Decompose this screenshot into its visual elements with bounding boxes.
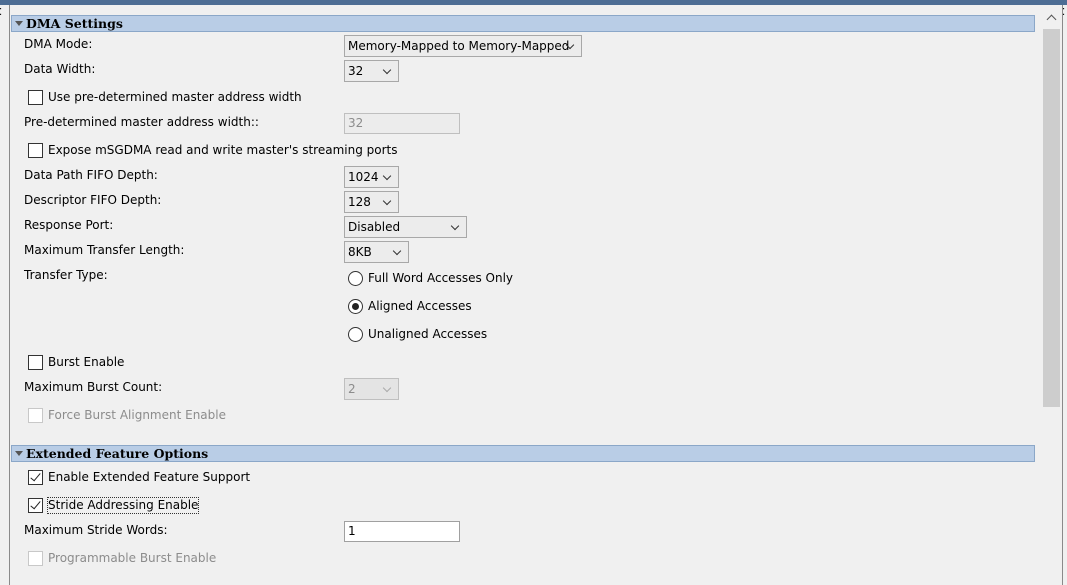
transfer-type-label: Transfer Type: xyxy=(24,268,108,282)
dma-mode-select[interactable]: Memory-Mapped to Memory-Mapped xyxy=(344,35,582,57)
section-header-dma-settings[interactable]: DMA Settings xyxy=(11,15,1035,32)
section-title: Extended Feature Options xyxy=(26,446,209,461)
data-path-fifo-value: 1024 xyxy=(348,170,379,184)
data-width-value: 32 xyxy=(348,64,364,78)
data-path-fifo-label: Data Path FIFO Depth: xyxy=(24,168,158,182)
use-predetermined-width-label: Use pre-determined master address width xyxy=(48,90,302,104)
chevron-down-icon xyxy=(382,196,392,206)
collapse-triangle-icon[interactable] xyxy=(15,21,23,26)
section-header-extended-features[interactable]: Extended Feature Options xyxy=(11,445,1035,462)
dma-mode-value: Memory-Mapped to Memory-Mapped xyxy=(348,39,570,53)
burst-enable-checkbox[interactable] xyxy=(28,355,43,370)
radio-aligned-label: Aligned Accesses xyxy=(368,299,472,313)
predetermined-width-value: 32 xyxy=(348,116,364,130)
radio-unaligned-label: Unaligned Accesses xyxy=(368,327,488,341)
radio-full-word[interactable] xyxy=(348,271,363,286)
programmable-burst-label: Programmable Burst Enable xyxy=(48,551,217,565)
max-stride-words-value: 1 xyxy=(348,524,356,538)
window-top-border xyxy=(0,0,1067,5)
checkmark-icon xyxy=(30,498,41,510)
response-port-select[interactable]: Disabled xyxy=(344,216,467,238)
radio-selected-dot-icon xyxy=(352,303,359,310)
chevron-down-icon xyxy=(382,171,392,181)
data-path-fifo-select[interactable]: 1024 xyxy=(344,166,399,188)
section-title: DMA Settings xyxy=(26,16,123,31)
predetermined-width-field: 32 xyxy=(344,113,460,134)
chevron-down-icon xyxy=(450,221,460,231)
programmable-burst-checkbox xyxy=(28,551,43,566)
enable-extended-feature-label: Enable Extended Feature Support xyxy=(48,470,251,484)
panel-right-border xyxy=(1062,5,1063,585)
max-transfer-length-select[interactable]: 8KB xyxy=(344,241,409,263)
radio-unaligned[interactable] xyxy=(348,327,363,342)
use-predetermined-width-checkbox[interactable] xyxy=(28,90,43,105)
data-width-select[interactable]: 32 xyxy=(344,60,399,82)
panel-left-border xyxy=(9,5,10,585)
max-burst-count-select: 2 xyxy=(344,378,399,400)
scroll-up-button[interactable] xyxy=(1042,10,1061,28)
predetermined-width-label: Pre-determined master address width:: xyxy=(24,115,259,129)
data-width-label: Data Width: xyxy=(24,62,96,76)
max-stride-words-label: Maximum Stride Words: xyxy=(24,523,168,537)
burst-enable-label: Burst Enable xyxy=(48,355,125,369)
max-burst-count-label: Maximum Burst Count: xyxy=(24,380,163,394)
max-transfer-length-label: Maximum Transfer Length: xyxy=(24,243,185,257)
stride-addressing-checkbox[interactable] xyxy=(28,498,43,513)
collapse-triangle-icon[interactable] xyxy=(15,451,23,456)
descriptor-fifo-value: 128 xyxy=(348,195,371,209)
stride-addressing-label: Stride Addressing Enable xyxy=(46,497,200,514)
chevron-down-icon xyxy=(392,246,402,256)
dma-mode-label: DMA Mode: xyxy=(24,37,93,51)
max-stride-words-input[interactable]: 1 xyxy=(344,521,460,542)
max-transfer-length-value: 8KB xyxy=(348,245,372,259)
expose-streaming-ports-label: Expose mSGDMA read and write master's st… xyxy=(48,143,398,157)
response-port-value: Disabled xyxy=(348,220,401,234)
enable-extended-feature-checkbox[interactable] xyxy=(28,470,43,485)
response-port-label: Response Port: xyxy=(24,218,114,232)
checkmark-icon xyxy=(30,470,41,482)
radio-aligned[interactable] xyxy=(348,299,363,314)
resize-handle-left-icon[interactable]: ⁚ xyxy=(0,8,2,18)
expose-streaming-ports-checkbox[interactable] xyxy=(28,143,43,158)
force-burst-alignment-checkbox xyxy=(28,408,43,423)
scrollbar-thumb[interactable] xyxy=(1043,29,1060,407)
descriptor-fifo-label: Descriptor FIFO Depth: xyxy=(24,193,162,207)
resize-handle-right-icon[interactable]: ⁚ xyxy=(1062,8,1065,18)
chevron-down-icon xyxy=(382,383,392,393)
radio-full-word-label: Full Word Accesses Only xyxy=(368,271,514,285)
chevron-down-icon xyxy=(382,65,392,75)
max-burst-count-value: 2 xyxy=(348,382,356,396)
force-burst-alignment-label: Force Burst Alignment Enable xyxy=(48,408,226,422)
chevron-up-icon xyxy=(1046,14,1057,25)
descriptor-fifo-select[interactable]: 128 xyxy=(344,191,399,213)
